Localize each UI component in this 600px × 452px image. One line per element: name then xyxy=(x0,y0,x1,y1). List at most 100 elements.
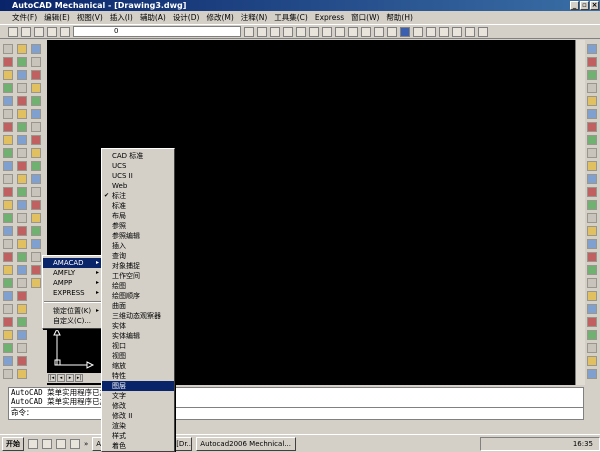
menu-item[interactable]: 标准 xyxy=(102,201,174,211)
tool-icon[interactable] xyxy=(587,369,597,379)
menu-item[interactable]: 三维动态观察器 xyxy=(102,311,174,321)
tool-icon[interactable] xyxy=(3,122,13,132)
menu-6[interactable]: 修改(M) xyxy=(206,12,233,23)
new-icon[interactable] xyxy=(8,26,18,37)
tab-nav-button[interactable]: ◂ xyxy=(57,374,65,382)
tab-nav-button[interactable]: ▸| xyxy=(75,374,83,382)
tool-icon[interactable] xyxy=(3,291,13,301)
menu-item[interactable]: 参照 xyxy=(102,221,174,231)
tool-icon[interactable] xyxy=(348,26,358,37)
tool-icon[interactable] xyxy=(3,369,13,379)
save-icon[interactable] xyxy=(34,26,44,37)
tool-icon[interactable] xyxy=(587,343,597,353)
menu-item[interactable]: 文字 xyxy=(102,391,174,401)
menu-item[interactable]: 着色 xyxy=(102,441,174,451)
tool-icon[interactable] xyxy=(335,26,345,37)
pan-icon[interactable] xyxy=(413,26,423,37)
tool-icon[interactable] xyxy=(3,70,13,80)
tool-icon[interactable] xyxy=(587,226,597,236)
menu-item[interactable]: 渲染 xyxy=(102,421,174,431)
tool-icon[interactable] xyxy=(587,174,597,184)
menu-item[interactable]: 实体 xyxy=(102,321,174,331)
tool-icon[interactable] xyxy=(31,239,41,249)
tool-icon[interactable] xyxy=(17,174,27,184)
tool-icon[interactable] xyxy=(296,26,306,37)
plot-icon[interactable] xyxy=(47,26,57,37)
tool-icon[interactable] xyxy=(31,187,41,197)
tool-icon[interactable] xyxy=(31,148,41,158)
tool-icon[interactable] xyxy=(17,83,27,93)
tool-icon[interactable] xyxy=(17,213,27,223)
zoom-icon[interactable] xyxy=(478,26,488,37)
tool-icon[interactable] xyxy=(587,109,597,119)
menu-item[interactable]: 自定义(C)... xyxy=(43,316,103,326)
tool-icon[interactable] xyxy=(3,304,13,314)
menu-item[interactable]: 视图 xyxy=(102,351,174,361)
task-button[interactable]: Autocad2006 Mechnical... xyxy=(196,436,297,451)
tool-icon[interactable] xyxy=(17,291,27,301)
tool-icon[interactable] xyxy=(3,343,13,353)
tool-icon[interactable] xyxy=(3,96,13,106)
tool-icon[interactable] xyxy=(3,317,13,327)
tool-icon[interactable] xyxy=(3,330,13,340)
menu-item[interactable]: 图层 xyxy=(102,381,174,391)
quicklaunch-icon[interactable] xyxy=(70,438,80,449)
menu-item[interactable]: Web xyxy=(102,181,174,191)
tool-icon[interactable] xyxy=(17,356,27,366)
tool-icon[interactable] xyxy=(283,26,293,37)
menu-9[interactable]: Express xyxy=(315,13,344,22)
tool-icon[interactable] xyxy=(3,213,13,223)
tool-icon[interactable] xyxy=(387,26,397,37)
menu-item[interactable]: 布局 xyxy=(102,211,174,221)
menu-11[interactable]: 帮助(H) xyxy=(386,12,413,23)
tool-icon[interactable] xyxy=(31,200,41,210)
command-window[interactable]: AutoCAD 菜单实用程序已加载。 AutoCAD 菜单实用程序已加载。 命令… xyxy=(8,387,584,420)
tool-icon[interactable] xyxy=(31,44,41,54)
tool-icon[interactable] xyxy=(587,200,597,210)
tool-icon[interactable] xyxy=(31,161,41,171)
menu-item[interactable]: 修改 II xyxy=(102,411,174,421)
menu-item[interactable]: EXPRESS ▸ xyxy=(43,288,103,298)
menu-item[interactable]: 样式 xyxy=(102,431,174,441)
tool-icon[interactable] xyxy=(17,109,27,119)
menu-5[interactable]: 设计(D) xyxy=(173,12,200,23)
tool-icon[interactable] xyxy=(3,174,13,184)
tool-icon[interactable] xyxy=(17,44,27,54)
tool-icon[interactable] xyxy=(31,122,41,132)
menu-item[interactable]: 实体编辑 xyxy=(102,331,174,341)
tool-icon[interactable] xyxy=(3,187,13,197)
redo-icon[interactable] xyxy=(257,26,267,37)
tool-icon[interactable] xyxy=(587,317,597,327)
tool-icon[interactable] xyxy=(17,226,27,236)
tool-icon[interactable] xyxy=(587,213,597,223)
tool-icon[interactable] xyxy=(322,26,332,37)
menu-10[interactable]: 窗口(W) xyxy=(351,12,379,23)
menu-item[interactable]: AMPP ▸ xyxy=(43,278,103,288)
menu-item[interactable]: CAD 标准 xyxy=(102,151,174,161)
tool-icon[interactable] xyxy=(17,57,27,67)
tool-icon[interactable] xyxy=(587,96,597,106)
tool-icon[interactable] xyxy=(587,57,597,67)
tool-icon[interactable] xyxy=(31,57,41,67)
tool-icon[interactable] xyxy=(587,291,597,301)
tool-icon[interactable] xyxy=(17,369,27,379)
command-input[interactable]: 命令： xyxy=(11,407,583,417)
tool-icon[interactable] xyxy=(17,265,27,275)
menu-7[interactable]: 注释(N) xyxy=(241,12,267,23)
tool-icon[interactable] xyxy=(17,343,27,353)
menu-item[interactable]: UCS II xyxy=(102,171,174,181)
menu-3[interactable]: 插入(I) xyxy=(110,12,133,23)
tool-icon[interactable] xyxy=(31,70,41,80)
tool-icon[interactable] xyxy=(31,135,41,145)
menu-item[interactable]: 特性 xyxy=(102,371,174,381)
tool-icon[interactable] xyxy=(17,70,27,80)
menu-item[interactable]: 视口 xyxy=(102,341,174,351)
tool-icon[interactable] xyxy=(587,252,597,262)
tool-icon[interactable] xyxy=(17,161,27,171)
tool-icon[interactable] xyxy=(3,135,13,145)
vertical-scrollbar[interactable] xyxy=(575,40,585,385)
tool-icon[interactable] xyxy=(309,26,319,37)
menu-0[interactable]: 文件(F) xyxy=(12,12,37,23)
tool-icon[interactable] xyxy=(587,83,597,93)
tool-icon[interactable] xyxy=(587,148,597,158)
